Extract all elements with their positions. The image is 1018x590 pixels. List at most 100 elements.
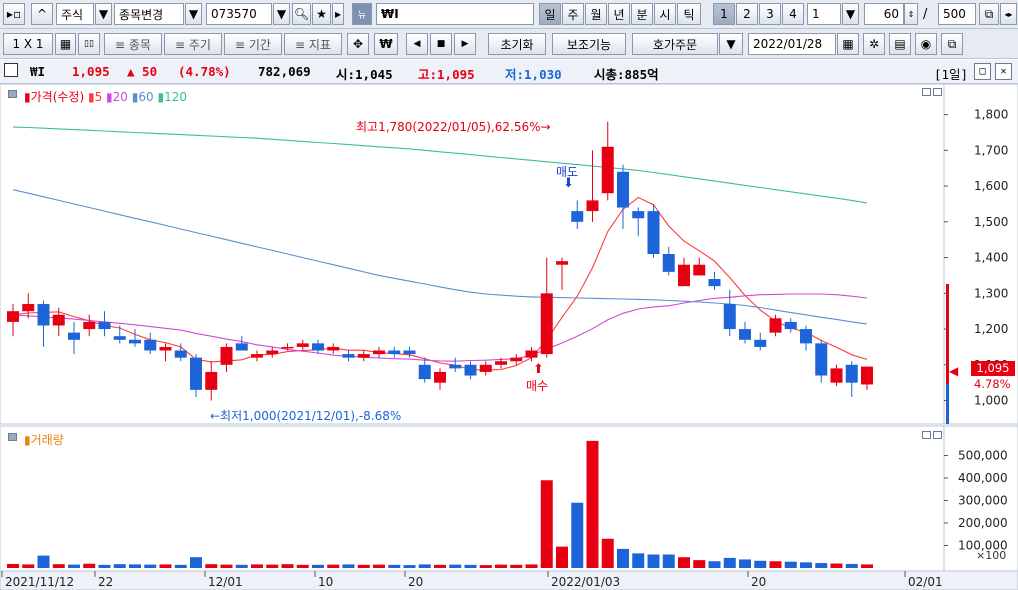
window-add-icon[interactable]: ⧉ — [979, 3, 999, 25]
candle-body — [754, 339, 767, 347]
panel-toggle-icon[interactable]: ▸▫ — [3, 3, 25, 25]
volume-bar — [52, 564, 65, 568]
x-tick-label: 10 — [318, 575, 333, 589]
tab-year[interactable]: 년 — [608, 3, 630, 25]
search-icon[interactable]: 🔍︎ — [292, 3, 311, 25]
info-high: 고:1,095 — [418, 67, 475, 82]
volume-bar — [205, 564, 218, 568]
data-table-icon[interactable]: ▤ — [889, 33, 911, 55]
tab-tick[interactable]: 틱 — [677, 3, 701, 25]
tab-hour[interactable]: 시 — [654, 3, 676, 25]
layout-button[interactable]: 1 X 1 — [3, 33, 53, 55]
item-menu-button[interactable]: ≡ 종목 — [104, 33, 162, 55]
candle-body — [281, 346, 294, 349]
volume-bar — [129, 564, 141, 568]
market-select[interactable]: 주식 — [56, 3, 94, 25]
max-count-input[interactable]: 500 — [938, 3, 976, 25]
currency-icon[interactable]: ₩ — [374, 33, 398, 55]
interval-dropdown-icon[interactable]: ▼ — [842, 3, 859, 25]
price-panel-min-icon[interactable] — [922, 88, 931, 96]
zoom-icon[interactable]: ◉ — [915, 33, 937, 55]
volume-tick-label: 200,000 — [958, 516, 1008, 530]
indicator-menu-button[interactable]: ≡ 지표 — [284, 33, 342, 55]
multiplier-3[interactable]: 3 — [759, 3, 781, 25]
volume-bar — [312, 564, 324, 568]
volume-bar — [723, 557, 736, 568]
low-annotation: ←최저1,000(2021/12/01),-8.68% — [210, 409, 402, 423]
count-input[interactable]: 60 — [864, 3, 904, 25]
legend-ma60: 60 — [138, 90, 154, 104]
play-back-icon[interactable]: ◀ — [406, 33, 428, 55]
volume-bar — [68, 564, 80, 568]
next-icon[interactable]: ▸ — [332, 3, 344, 25]
candle-body — [449, 364, 462, 369]
market-dropdown-icon[interactable]: ▼ — [95, 3, 112, 25]
symbol-change-select[interactable]: 종목변경 — [114, 3, 184, 25]
price-tick-label: 1,300 — [974, 286, 1008, 300]
x-tick-label: 2021/11/12 — [5, 575, 74, 589]
volume-plot-bg — [0, 425, 945, 572]
count-separator: / — [923, 7, 928, 22]
volume-tick-label: 500,000 — [958, 449, 1008, 463]
period-menu-button[interactable]: ≡ 주기 — [164, 33, 222, 55]
candle-body — [556, 261, 568, 265]
date-input[interactable]: 2022/01/28 — [748, 33, 836, 55]
grid-icon[interactable]: ▦ — [55, 33, 76, 55]
candle-body — [159, 346, 172, 351]
candle-body — [693, 264, 706, 276]
multiplier-4[interactable]: 4 — [782, 3, 804, 25]
star-icon[interactable]: ★ — [312, 3, 331, 25]
candle-body — [113, 336, 126, 340]
maximize-icon[interactable]: □ — [974, 63, 991, 80]
multiplier-2[interactable]: 2 — [736, 3, 758, 25]
reset-button[interactable]: 초기화 — [488, 33, 546, 55]
calendar-icon[interactable]: ▦ — [837, 33, 859, 55]
candle-body — [98, 321, 111, 330]
crosshair-icon[interactable]: ✥ — [347, 33, 369, 55]
multiplier-1[interactable]: 1 — [713, 3, 735, 25]
quote-order-button[interactable]: 호가주문 — [632, 33, 718, 55]
volume-bar — [861, 564, 873, 568]
stock-code-input[interactable]: 073570 — [206, 3, 272, 25]
tab-day[interactable]: 일 — [539, 3, 561, 25]
buy-arrow-icon: ⬆ — [533, 362, 544, 377]
volume-panel-min-icon[interactable] — [922, 431, 931, 439]
candle-body — [586, 200, 599, 212]
play-forward-icon[interactable]: ▶ — [454, 33, 476, 55]
news-icon[interactable]: 뉴 — [352, 3, 372, 25]
aux-function-button[interactable]: 보조기능 — [552, 33, 626, 55]
count-spinner-icon[interactable]: ⇕ — [904, 3, 918, 25]
select-checkbox[interactable] — [4, 63, 18, 77]
order-dropdown-icon[interactable]: ▼ — [719, 33, 743, 55]
price-panel-close-icon[interactable] — [933, 88, 942, 96]
price-tick-label: 1,000 — [974, 394, 1008, 408]
volume-bar — [113, 564, 126, 568]
volume-panel-toggle-icon[interactable] — [8, 433, 17, 441]
volume-bar — [373, 564, 385, 568]
interval-input[interactable]: 1 — [807, 3, 841, 25]
close-icon[interactable]: ✕ — [995, 63, 1012, 80]
volume-legend: ▮거래량 — [24, 433, 64, 447]
candle-body — [144, 339, 157, 351]
settings-gear-icon[interactable]: ✲ — [863, 33, 885, 55]
legend-ma20: 20 — [112, 90, 128, 104]
stop-icon[interactable]: ■ — [430, 33, 452, 55]
price-legend: ▮가격(수정) ▮5 ▮20 ▮60 ▮120 — [24, 90, 187, 104]
new-window-icon[interactable]: ⧉ — [941, 33, 963, 55]
candle-body — [617, 171, 629, 208]
symbol-dropdown-icon[interactable]: ▼ — [185, 3, 202, 25]
split-view-icon[interactable]: ▯▯ — [78, 33, 100, 55]
tab-month[interactable]: 월 — [585, 3, 607, 25]
price-panel-toggle-icon[interactable] — [8, 90, 17, 98]
tab-minute[interactable]: 분 — [631, 3, 653, 25]
tab-week[interactable]: 주 — [562, 3, 584, 25]
volume-bar — [190, 557, 202, 568]
code-dropdown-icon[interactable]: ▼ — [273, 3, 290, 25]
volume-bar — [22, 564, 35, 568]
range-menu-button[interactable]: ≡ 기간 — [224, 33, 282, 55]
chevron-up-icon[interactable]: ^ — [31, 3, 53, 25]
volume-panel-close-icon[interactable] — [933, 431, 942, 439]
volume-bar — [357, 564, 370, 568]
scroll-arrows-icon[interactable]: ◂▸ — [1000, 3, 1017, 25]
chart-area[interactable]: 1,0001,1001,2001,3001,4001,5001,6001,700… — [0, 84, 1018, 590]
